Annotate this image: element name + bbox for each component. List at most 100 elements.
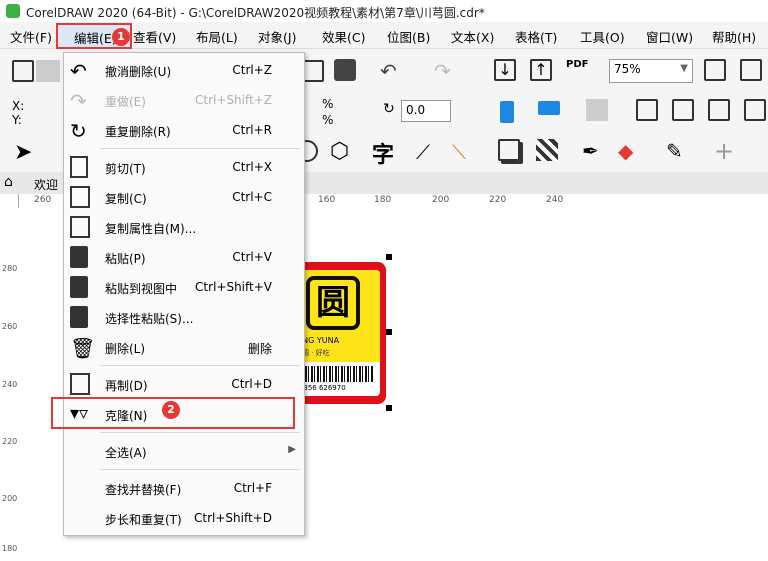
menu-item-paste[interactable]: 粘贴(P) Ctrl+V xyxy=(64,242,304,272)
menu-item-select-all[interactable]: 全选(A) ▶ xyxy=(64,436,304,466)
add-tool-icon[interactable]: + xyxy=(714,137,736,165)
menu-text[interactable]: 文本(X) xyxy=(451,27,494,46)
page-options-icon[interactable] xyxy=(740,59,762,81)
ruler-h-tick: 160 xyxy=(318,195,336,205)
menu-layout[interactable]: 布局(L) xyxy=(196,27,238,46)
menu-item-shortcut: Ctrl+V xyxy=(232,250,272,264)
full-screen-icon[interactable] xyxy=(704,59,726,81)
ruler-h-tick: 180 xyxy=(374,195,392,205)
transparency-icon[interactable] xyxy=(536,139,558,161)
vertical-ruler[interactable]: 280 260 240 220 200 180 xyxy=(0,194,19,561)
menu-help[interactable]: 帮助(H) xyxy=(712,27,756,46)
ruler-h-tick: 240 xyxy=(546,195,564,205)
import-icon[interactable] xyxy=(302,60,324,82)
redo-icon[interactable]: ↷ xyxy=(434,59,456,83)
menu-item-shortcut: Ctrl+Z xyxy=(232,63,272,77)
polygon-tool-icon[interactable]: ⬡ xyxy=(330,139,352,164)
menu-item-repeat-delete[interactable]: ↻ 重复删除(R) Ctrl+R xyxy=(64,115,304,145)
connector-tool-icon[interactable]: ⟍ xyxy=(452,140,474,164)
cut-icon xyxy=(70,156,88,178)
menu-table[interactable]: 表格(T) xyxy=(515,27,557,46)
pen-nib-icon[interactable]: ✎ xyxy=(666,139,688,163)
menu-item-cut[interactable]: 剪切(T) Ctrl+X xyxy=(64,152,304,182)
trash-icon: 🗑 xyxy=(70,336,96,360)
step-badge-2: 2 xyxy=(162,401,180,419)
step-badge-1: 1 xyxy=(112,28,130,46)
mirror-vertical-icon[interactable] xyxy=(538,101,560,115)
scale-y-unit: % xyxy=(322,113,334,127)
repeat-icon: ↻ xyxy=(70,119,87,143)
trim-icon[interactable] xyxy=(708,99,730,121)
menu-object[interactable]: 对象(J) xyxy=(258,27,296,46)
intersect-icon[interactable] xyxy=(744,99,766,121)
menu-window[interactable]: 窗口(W) xyxy=(646,27,693,46)
menu-item-copy-properties[interactable]: 复制属性自(M)... xyxy=(64,212,304,242)
menu-item-paste-in-view[interactable]: 粘贴到视图中 Ctrl+Shift+V xyxy=(64,272,304,302)
import-arrow-icon[interactable]: ↓ xyxy=(494,59,516,81)
selection-handle[interactable] xyxy=(386,254,392,260)
ruler-v-tick: 260 xyxy=(2,322,18,331)
label-title-mark: 圆 xyxy=(306,276,360,330)
fill-bucket-icon[interactable]: ◆ xyxy=(618,139,640,163)
menu-tools[interactable]: 工具(O) xyxy=(580,27,625,46)
menu-effects[interactable]: 效果(C) xyxy=(322,27,365,46)
menu-item-shortcut: Ctrl+C xyxy=(232,190,272,204)
ruler-v-tick: 220 xyxy=(2,437,18,446)
menu-item-undo-delete[interactable]: ↶ 撤消删除(U) Ctrl+Z xyxy=(64,55,304,85)
menu-item-label: 全选(A) xyxy=(105,446,147,460)
tab-welcome[interactable]: 欢迎 xyxy=(34,176,58,193)
menu-item-shortcut: Ctrl+F xyxy=(233,481,272,495)
selection-handle[interactable] xyxy=(386,405,392,411)
ruler-h-tick: 200 xyxy=(432,195,450,205)
text-tool-icon[interactable]: 字 xyxy=(372,137,394,169)
menu-item-redo[interactable]: ↷ 重做(E) Ctrl+Shift+Z xyxy=(64,85,304,115)
rotation-angle-input[interactable]: 0.0 xyxy=(401,100,451,122)
menu-bitmaps[interactable]: 位图(B) xyxy=(387,27,430,46)
menu-item-label: 重复删除(R) xyxy=(105,125,171,139)
ruler-h-tick: 260 xyxy=(34,195,52,205)
copy-icon xyxy=(70,186,90,208)
publish-pdf-button[interactable]: PDF xyxy=(566,59,588,70)
open-icon[interactable] xyxy=(36,60,60,82)
mirror-horizontal-icon[interactable] xyxy=(500,101,514,123)
menu-item-label: 重做(E) xyxy=(105,95,146,109)
home-icon[interactable]: ⌂ xyxy=(4,174,13,190)
menu-item-label: 步长和重复(T) xyxy=(105,513,182,527)
zoom-level-select[interactable]: 75% ▼ xyxy=(609,59,693,83)
menu-item-delete[interactable]: 🗑 删除(L) 删除 xyxy=(64,332,304,362)
menu-item-copy[interactable]: 复制(C) Ctrl+C xyxy=(64,182,304,212)
menu-item-shortcut: 删除 xyxy=(247,342,272,356)
submenu-arrow-icon: ▶ xyxy=(288,444,296,455)
menu-separator xyxy=(100,432,300,433)
selection-handle[interactable] xyxy=(386,329,392,335)
window-title: CorelDRAW 2020 (64-Bit) - G:\CorelDRAW20… xyxy=(26,6,485,20)
new-document-icon[interactable] xyxy=(12,60,34,82)
menu-item-shortcut: Ctrl+Shift+D xyxy=(194,511,272,525)
ruler-v-tick: 180 xyxy=(2,544,18,553)
line-tool-icon[interactable]: ⟋ xyxy=(416,140,438,164)
undo-icon[interactable]: ↶ xyxy=(380,59,402,83)
eyedropper-icon[interactable]: ✒ xyxy=(582,139,604,163)
group-icon[interactable] xyxy=(586,99,608,121)
menu-item-paste-special[interactable]: 选择性粘贴(S)... xyxy=(64,302,304,332)
menu-file[interactable]: 文件(F) xyxy=(10,27,52,46)
undo-icon: ↶ xyxy=(70,59,87,83)
menu-edit-label: 编辑(E) xyxy=(74,31,117,46)
menu-view[interactable]: 查看(V) xyxy=(133,27,176,46)
drop-shadow-icon[interactable] xyxy=(498,139,520,161)
menu-item-label: 粘贴到视图中 xyxy=(105,282,178,296)
paste-special-icon xyxy=(70,306,88,328)
menu-item-find-replace[interactable]: 查找并替换(F) Ctrl+F xyxy=(64,473,304,503)
rotation-icon: ↻ xyxy=(383,101,395,117)
duplicate-icon xyxy=(70,373,90,395)
position-y-label: Y: xyxy=(12,113,22,127)
export-arrow-icon[interactable]: ↑ xyxy=(530,59,552,81)
menu-item-duplicate[interactable]: 再制(D) Ctrl+D xyxy=(64,369,304,399)
menu-item-step-repeat[interactable]: 步长和重复(T) Ctrl+Shift+D xyxy=(64,503,304,533)
combine-icon[interactable] xyxy=(636,99,658,121)
weld-icon[interactable] xyxy=(672,99,694,121)
pick-tool-icon[interactable]: ➤ xyxy=(14,140,36,165)
print-icon[interactable] xyxy=(334,59,356,81)
menu-item-shortcut: Ctrl+X xyxy=(232,160,272,174)
paste-icon xyxy=(70,246,88,268)
